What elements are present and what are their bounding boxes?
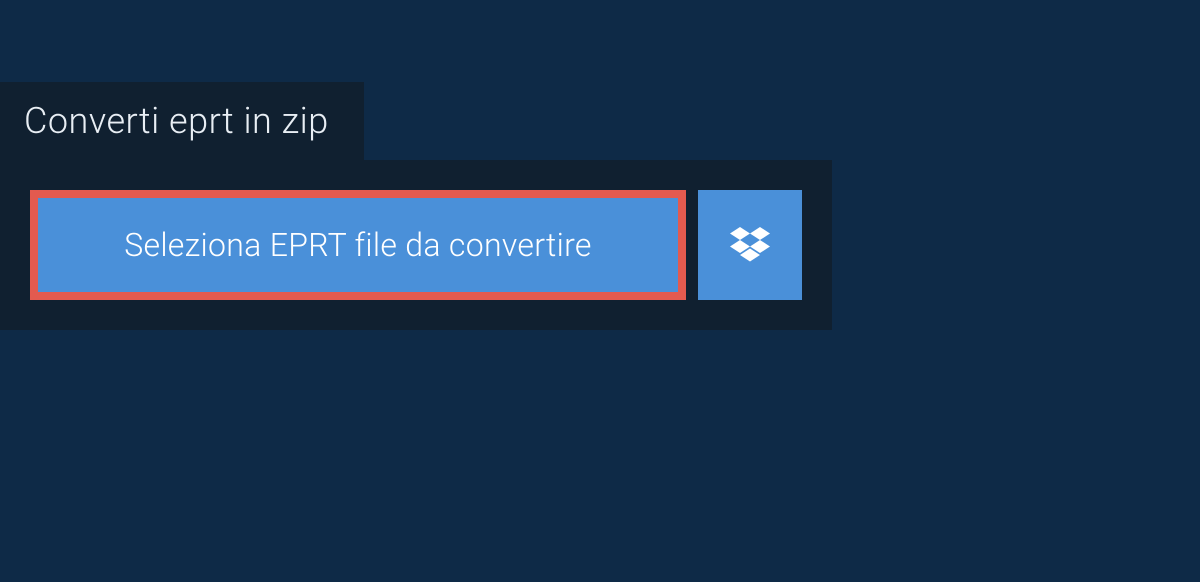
tab-title: Converti eprt in zip bbox=[24, 100, 329, 142]
dropbox-button[interactable] bbox=[698, 190, 802, 300]
dropbox-icon bbox=[730, 227, 770, 263]
select-file-label: Seleziona EPRT file da convertire bbox=[124, 226, 592, 264]
upload-panel: Seleziona EPRT file da convertire bbox=[0, 160, 832, 330]
tab-bar: Converti eprt in zip bbox=[0, 82, 1200, 160]
tab-convert[interactable]: Converti eprt in zip bbox=[0, 82, 364, 160]
select-file-button[interactable]: Seleziona EPRT file da convertire bbox=[30, 190, 686, 300]
